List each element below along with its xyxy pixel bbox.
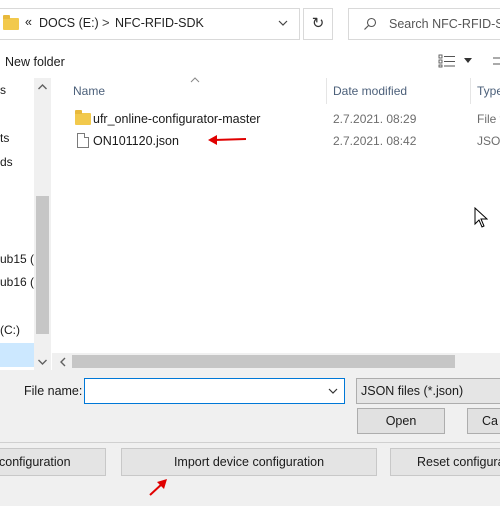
file-type: JSON [477, 134, 500, 148]
nav-item[interactable]: ts [0, 131, 9, 145]
scroll-left-icon[interactable] [59, 357, 67, 367]
breadcrumb-separator: > [102, 15, 110, 30]
list-item[interactable]: ON101120.json 2.7.2021. 08:42 JSON [70, 130, 500, 152]
file-date: 2.7.2021. 08:29 [333, 112, 417, 126]
sort-ascending-icon [190, 77, 200, 83]
column-header-date[interactable]: Date modified [333, 84, 407, 98]
scroll-down-icon[interactable] [37, 358, 48, 366]
file-name-label: File name: [24, 384, 83, 398]
column-divider[interactable] [470, 78, 471, 104]
reset-configuration-button[interactable]: Reset configurati [390, 448, 500, 476]
import-configuration-button[interactable]: Import device configuration [121, 448, 377, 476]
folder-icon [75, 110, 91, 125]
chevron-down-icon[interactable] [328, 388, 338, 394]
scroll-up-icon[interactable] [37, 83, 48, 91]
file-type-select[interactable]: JSON files (*.json) [356, 378, 500, 404]
breadcrumb-overflow[interactable]: « [25, 15, 32, 29]
breadcrumb-docs[interactable]: DOCS (E:) [39, 16, 99, 30]
new-folder-button[interactable]: New folder [5, 55, 65, 69]
breadcrumb-sdk[interactable]: NFC-RFID-SDK [115, 16, 204, 30]
search-box[interactable]: Search NFC-RFID-SDK [348, 8, 500, 40]
file-name: ON101120.json [93, 134, 179, 148]
column-header-name[interactable]: Name [73, 84, 105, 98]
file-icon [77, 133, 89, 148]
search-icon [364, 17, 377, 30]
view-dropdown-icon[interactable] [463, 58, 473, 64]
export-configuration-button[interactable]: configuration [0, 448, 106, 476]
nav-item[interactable]: s [0, 83, 6, 97]
annotation-arrow-icon [208, 135, 247, 145]
file-type: File f [477, 112, 500, 126]
cancel-button[interactable]: Ca [467, 408, 500, 434]
refresh-button[interactable]: ↻ [303, 8, 333, 40]
nav-scroll-thumb[interactable] [36, 196, 49, 334]
file-type-value: JSON files (*.json) [361, 384, 464, 398]
horizontal-scroll-thumb[interactable] [72, 355, 455, 368]
nav-item[interactable]: (C:) [0, 323, 20, 337]
column-divider[interactable] [326, 78, 327, 104]
nav-selection [0, 343, 34, 367]
file-name: ufr_online-configurator-master [93, 112, 261, 126]
mouse-cursor-icon [474, 207, 488, 228]
pane-toggle-icon[interactable] [492, 55, 500, 67]
view-options-icon[interactable] [438, 54, 456, 68]
annotation-arrow-icon [149, 479, 167, 496]
column-header-type[interactable]: Type [477, 84, 500, 98]
nav-item[interactable]: ds [0, 155, 13, 169]
chevron-down-icon[interactable] [277, 17, 289, 29]
nav-item[interactable]: ub15 ( [0, 252, 34, 266]
refresh-icon: ↻ [311, 15, 325, 32]
open-button[interactable]: Open [357, 408, 445, 434]
search-placeholder: Search NFC-RFID-SDK [389, 17, 500, 31]
file-date: 2.7.2021. 08:42 [333, 134, 417, 148]
folder-icon [3, 15, 19, 30]
list-item[interactable]: ufr_online-configurator-master 2.7.2021.… [70, 108, 500, 130]
nav-item[interactable]: ub16 ( [0, 275, 34, 289]
address-bar[interactable]: « DOCS (E:) > NFC-RFID-SDK [0, 8, 300, 40]
file-name-field[interactable] [84, 378, 345, 404]
